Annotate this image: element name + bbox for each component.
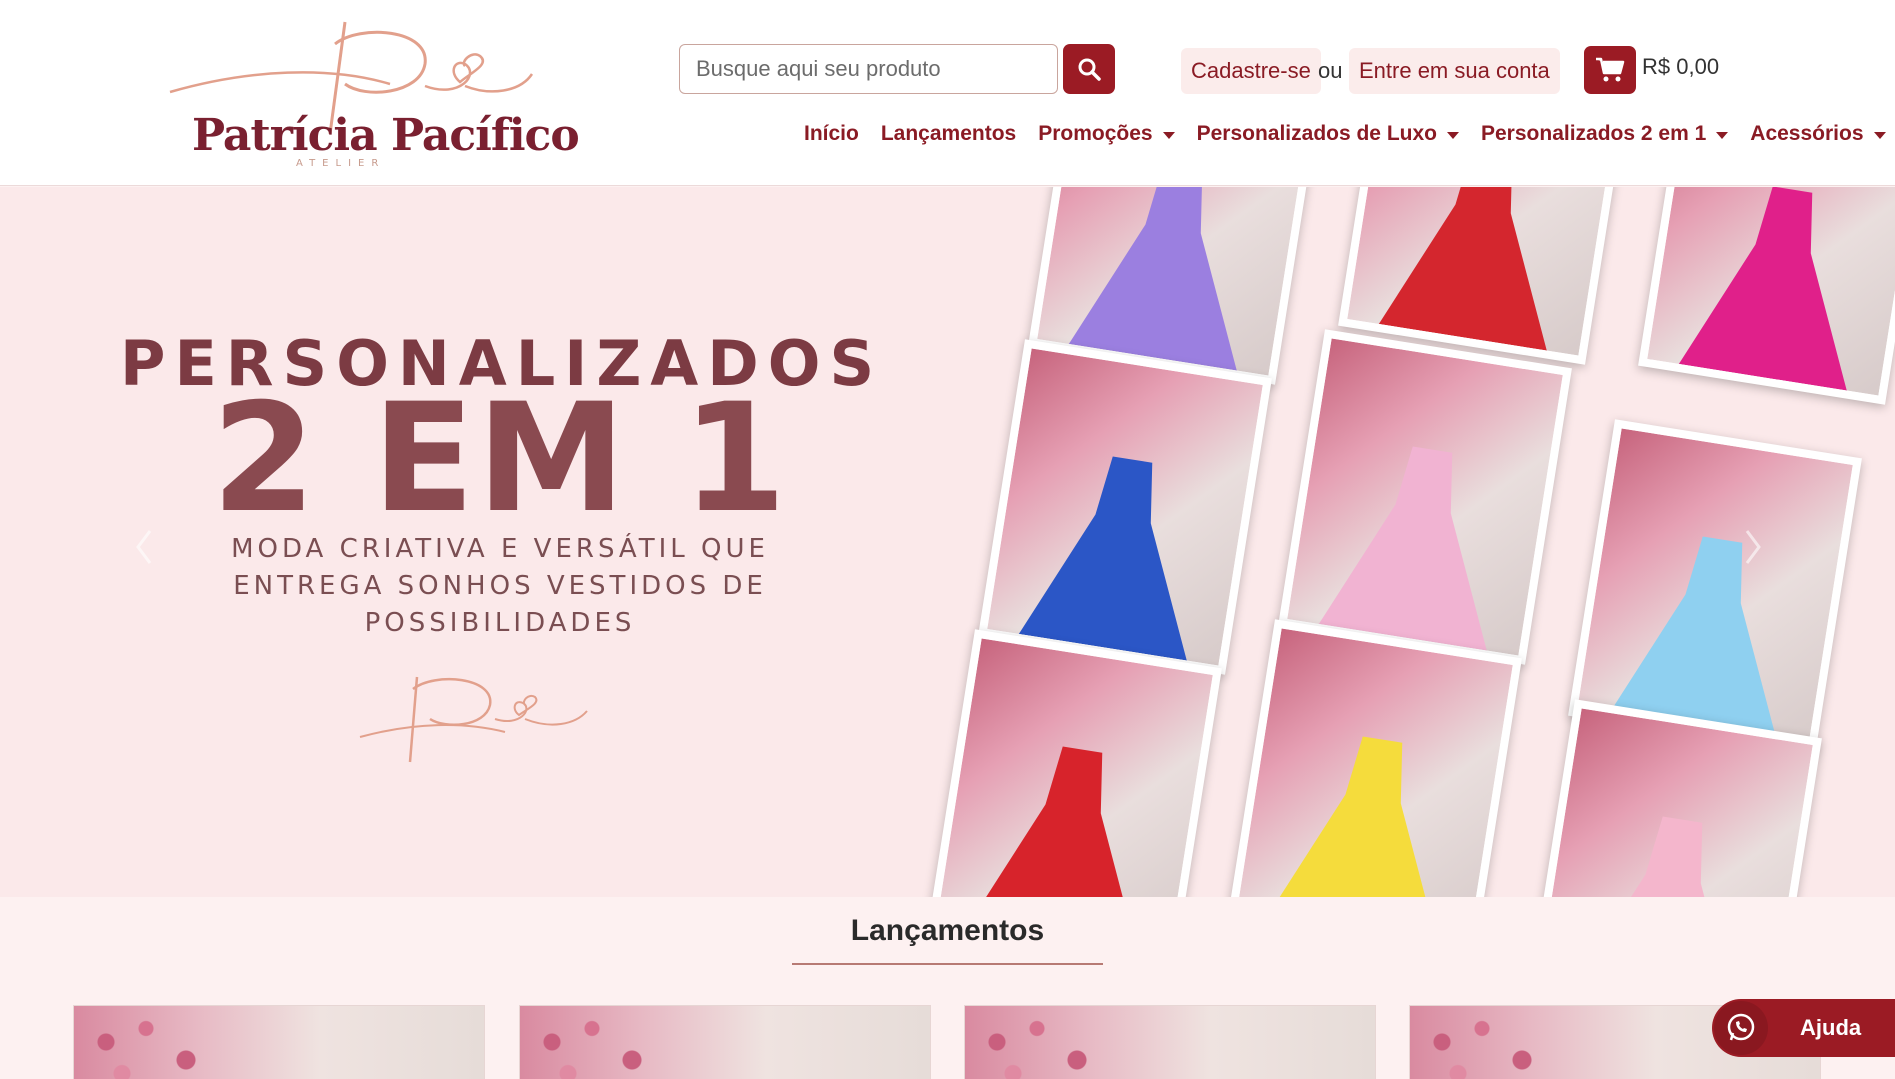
- dress-illustration: [1318, 446, 1487, 651]
- hero-subtitle: MODA CRIATIVA E VERSÁTIL QUE ENTREGA SON…: [231, 534, 769, 638]
- nav-item-personalizados-2-em-1[interactable]: Personalizados 2 em 1: [1481, 122, 1729, 146]
- main-nav: Início Lançamentos Promoções Personaliza…: [804, 122, 1886, 146]
- signup-button[interactable]: Cadastre-se: [1181, 48, 1321, 94]
- dress-illustration: [1068, 187, 1237, 371]
- caret-down-icon: [1162, 131, 1175, 139]
- help-label: Ajuda: [1800, 1015, 1862, 1040]
- nav-label: Início: [804, 122, 859, 145]
- chevron-right-icon: [1745, 530, 1761, 564]
- brand-name: Patrícia Pacífico: [192, 110, 580, 161]
- dress-illustration: [1268, 736, 1437, 897]
- nav-item-promocoes[interactable]: Promoções: [1038, 122, 1175, 146]
- dress-photo: [1638, 187, 1895, 405]
- hero-carousel: PERSONALIZADOS 2 EM 1 MODA CRIATIVA E VE…: [0, 187, 1895, 897]
- product-image: [1410, 1006, 1570, 1079]
- nav-item-lancamentos[interactable]: Lançamentos: [881, 122, 1016, 146]
- chevron-left-icon: [136, 530, 152, 564]
- dress-illustration: [1378, 187, 1547, 351]
- product-card[interactable]: [964, 1005, 1376, 1079]
- carousel-next-button[interactable]: [1733, 517, 1773, 577]
- dress-illustration: [1018, 456, 1187, 661]
- cart-button[interactable]: [1584, 46, 1636, 94]
- brand-subtitle: ATELIER: [296, 158, 386, 169]
- product-image: [74, 1006, 234, 1079]
- product-card[interactable]: [519, 1005, 931, 1079]
- carousel-prev-button[interactable]: [124, 517, 164, 577]
- product-image: [520, 1006, 680, 1079]
- dress-illustration: [1608, 536, 1777, 741]
- dress-illustration: [1678, 187, 1847, 391]
- cart-total: R$ 0,00: [1642, 54, 1720, 79]
- dress-photo: [1278, 329, 1572, 665]
- section-title-lancamentos: Lançamentos: [850, 914, 1045, 947]
- brand-logo[interactable]: Patrícia Pacífico ATELIER: [160, 14, 580, 174]
- nav-item-personalizados-de-luxo[interactable]: Personalizados de Luxo: [1197, 122, 1459, 146]
- dress-photo: [928, 629, 1222, 897]
- caret-down-icon: [1873, 131, 1886, 139]
- product-image: [965, 1006, 1125, 1079]
- dress-illustration: [968, 746, 1137, 897]
- dress-photo: [978, 339, 1272, 675]
- nav-label: Personalizados 2 em 1: [1481, 122, 1707, 145]
- help-whatsapp-button[interactable]: Ajuda: [1712, 999, 1895, 1057]
- nav-label: Acessórios: [1750, 122, 1864, 145]
- dress-photo: [1228, 619, 1522, 897]
- login-button[interactable]: Entre em sua conta: [1349, 48, 1560, 94]
- cart-icon: [1596, 57, 1625, 82]
- site-header: Patrícia Pacífico ATELIER Cadastre-se ou…: [0, 0, 1895, 186]
- hero-title-line2: 2 EM 1: [211, 372, 789, 546]
- nav-label: Personalizados de Luxo: [1196, 122, 1437, 145]
- nav-item-acessorios[interactable]: Acessórios: [1750, 122, 1886, 146]
- nav-label: Promoções: [1038, 122, 1153, 145]
- caret-down-icon: [1716, 131, 1729, 139]
- nav-label: Lançamentos: [880, 122, 1017, 145]
- whatsapp-icon: [1714, 1001, 1768, 1055]
- account-separator: ou: [1318, 58, 1343, 83]
- search-button[interactable]: [1063, 44, 1115, 94]
- search-input[interactable]: [679, 44, 1058, 94]
- caret-down-icon: [1447, 131, 1459, 139]
- hero-script-mark: [359, 676, 588, 763]
- section-divider: [792, 963, 1103, 965]
- search-icon: [1078, 58, 1101, 81]
- product-card[interactable]: [73, 1005, 485, 1079]
- nav-item-inicio[interactable]: Início: [804, 122, 859, 146]
